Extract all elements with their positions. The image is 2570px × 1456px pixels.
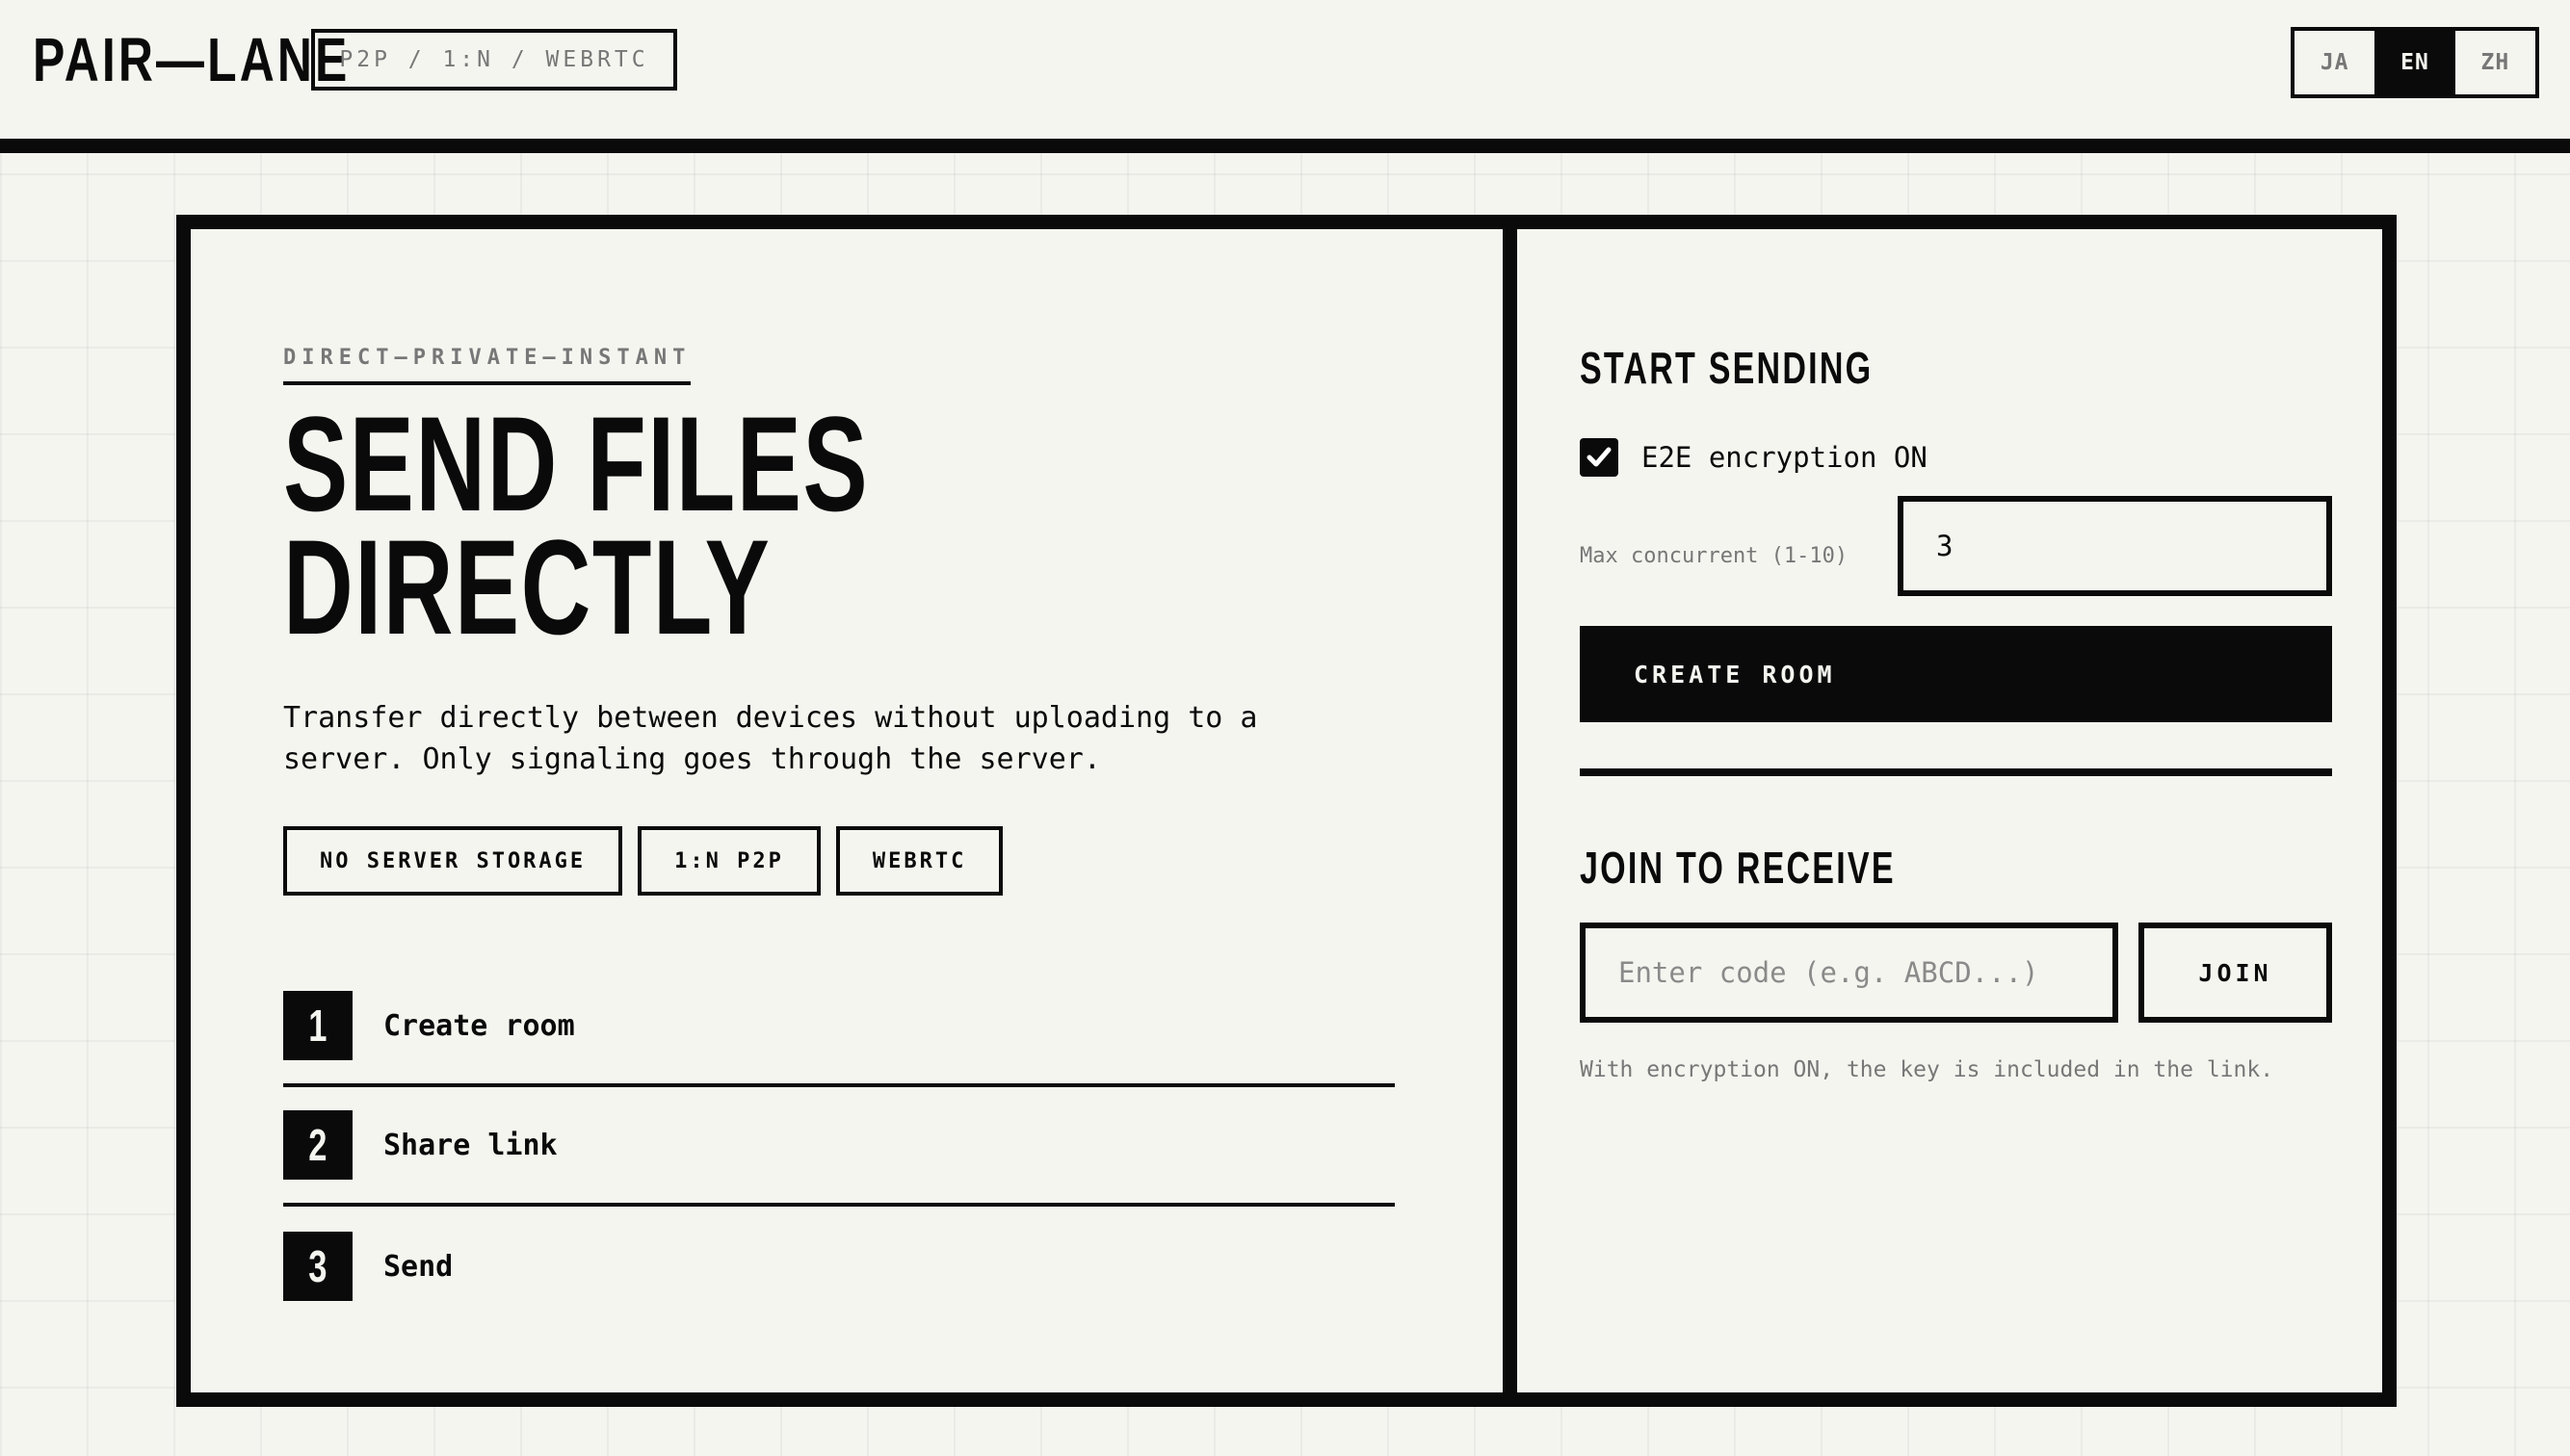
- lang-button-zh[interactable]: ZH: [2455, 31, 2535, 94]
- step-item: 1 Create room: [283, 968, 1395, 1087]
- encryption-hint: With encryption ON, the key is included …: [1580, 1057, 2274, 1082]
- panel-divider: [1503, 229, 1517, 1392]
- create-room-button[interactable]: CREATE ROOM: [1580, 626, 2332, 722]
- feature-tags: NO SERVER STORAGE 1:N P2P WEBRTC: [283, 826, 1004, 896]
- encryption-label: E2E encryption ON: [1641, 441, 1928, 474]
- hero-description: Transfer directly between devices withou…: [283, 701, 1258, 776]
- feature-tag-no-server-storage: NO SERVER STORAGE: [283, 826, 623, 896]
- app-logo: PAIR—LANE: [33, 25, 351, 94]
- step-item: 3 Send: [283, 1207, 1395, 1326]
- hero-eyebrow: DIRECT—PRIVATE—INSTANT: [283, 346, 692, 385]
- lang-button-en[interactable]: EN: [2374, 31, 2455, 94]
- step-number: 2: [283, 1110, 353, 1180]
- step-item: 2 Share link: [283, 1087, 1395, 1207]
- max-concurrent-label: Max concurrent (1-10): [1580, 544, 1849, 568]
- step-number: 3: [283, 1232, 353, 1301]
- hero-title: SEND FILES DIRECTLY: [283, 388, 870, 663]
- main-card: DIRECT—PRIVATE—INSTANT SEND FILES DIRECT…: [176, 215, 2397, 1407]
- join-button[interactable]: JOIN: [2138, 923, 2332, 1023]
- feature-tag-1n-p2p: 1:N P2P: [638, 826, 821, 896]
- feature-tag-webrtc: WEBRTC: [835, 826, 1004, 896]
- receive-section-title: JOIN TO RECEIVE: [1580, 843, 1896, 893]
- action-panel: START SENDING E2E encryption ON Max conc…: [1517, 229, 2382, 1392]
- hero-title-line-2: DIRECTLY: [283, 511, 772, 663]
- hero-title-line-1: SEND FILES: [283, 388, 870, 539]
- encryption-checkbox[interactable]: [1580, 438, 1618, 477]
- room-code-input[interactable]: [1580, 923, 2118, 1023]
- steps-list: 1 Create room 2 Share link 3 Send: [283, 968, 1395, 1326]
- lang-button-ja[interactable]: JA: [2295, 31, 2374, 94]
- tagline-badge: P2P / 1:N / WEBRTC: [311, 29, 677, 91]
- step-label: Send: [383, 1249, 454, 1284]
- checkmark-icon: [1587, 447, 1612, 467]
- step-number: 1: [283, 991, 353, 1060]
- step-label: Share link: [383, 1128, 558, 1162]
- section-divider: [1580, 768, 2332, 776]
- app-header: PAIR—LANE P2P / 1:N / WEBRTC JA EN ZH: [0, 0, 2570, 153]
- hero-panel: DIRECT—PRIVATE—INSTANT SEND FILES DIRECT…: [191, 229, 1503, 1392]
- max-concurrent-input[interactable]: [1898, 496, 2332, 596]
- encryption-toggle-row: E2E encryption ON: [1580, 438, 1928, 477]
- step-label: Create room: [383, 1008, 575, 1043]
- send-section-title: START SENDING: [1580, 343, 1874, 393]
- language-switcher: JA EN ZH: [2291, 27, 2539, 98]
